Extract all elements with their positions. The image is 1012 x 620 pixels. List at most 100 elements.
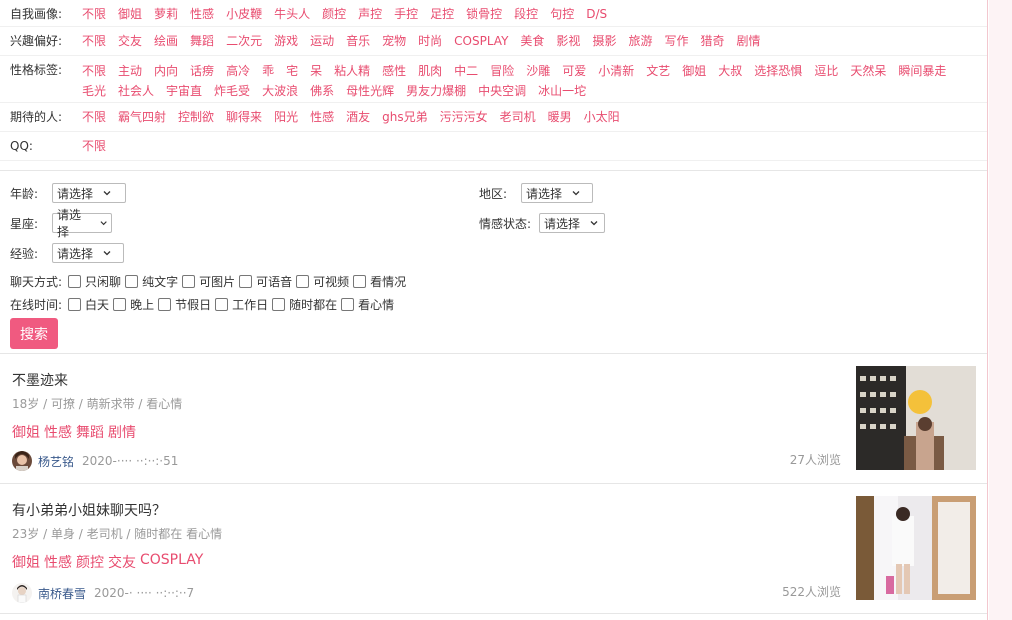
- post-item[interactable]: 不墨迹来 18岁 / 可撩 / 萌新求带 / 看心情 御姐 性感 舞蹈 剧情 杨艺铭 …: [0, 354, 987, 484]
- checkbox[interactable]: [182, 275, 196, 288]
- search-button[interactable]: 搜索: [10, 318, 58, 349]
- filter-tag-link[interactable]: 瞬间暴走: [898, 62, 946, 82]
- filter-tag-link[interactable]: 颜控: [322, 0, 346, 28]
- checkbox[interactable]: [296, 275, 310, 288]
- checkbox-label[interactable]: 工作日: [232, 296, 268, 313]
- checkbox-label[interactable]: 看心情: [358, 296, 394, 313]
- filter-tag-link[interactable]: 宇宙直: [166, 82, 202, 102]
- checkbox[interactable]: [272, 298, 286, 311]
- filter-tag-link[interactable]: D/S: [586, 0, 607, 28]
- filter-tag-link[interactable]: COSPLAY: [454, 27, 508, 55]
- filter-tag-link[interactable]: 时尚: [418, 27, 442, 55]
- author-name[interactable]: 南桥春雪: [38, 585, 86, 602]
- filter-tag-link[interactable]: 社会人: [118, 82, 154, 102]
- filter-tag-link[interactable]: 声控: [358, 0, 382, 28]
- filter-tag-link[interactable]: 小太阳: [584, 103, 620, 131]
- checkbox-label[interactable]: 可图片: [199, 273, 235, 290]
- filter-tag-link[interactable]: 不限: [82, 62, 106, 82]
- filter-tag-link[interactable]: 猎奇: [700, 27, 724, 55]
- age-select[interactable]: 请选择: [52, 183, 127, 203]
- checkbox-label[interactable]: 晚上: [130, 296, 154, 313]
- filter-tag-link[interactable]: 锁骨控: [466, 0, 502, 28]
- checkbox-label[interactable]: 可语音: [256, 273, 292, 290]
- post-tag[interactable]: 御姐: [12, 552, 40, 572]
- experience-select[interactable]: 请选择: [52, 243, 125, 263]
- checkbox-label[interactable]: 纯文字: [142, 273, 178, 290]
- filter-tag-link[interactable]: 呆: [310, 62, 322, 82]
- filter-tag-link[interactable]: 不限: [82, 132, 106, 160]
- post-tag[interactable]: 剧情: [108, 422, 136, 442]
- post-tag[interactable]: 颜控: [76, 552, 104, 572]
- checkbox-label[interactable]: 白天: [85, 296, 109, 313]
- scrollbar-track[interactable]: [989, 0, 1012, 620]
- checkbox[interactable]: [68, 275, 82, 288]
- filter-tag-link[interactable]: 御姐: [682, 62, 706, 82]
- checkbox[interactable]: [68, 298, 82, 311]
- filter-tag-link[interactable]: 乖: [262, 62, 274, 82]
- filter-tag-link[interactable]: 污污污女: [440, 103, 488, 131]
- filter-tag-link[interactable]: 交友: [118, 27, 142, 55]
- filter-tag-link[interactable]: 写作: [664, 27, 688, 55]
- filter-tag-link[interactable]: 粘人精: [334, 62, 370, 82]
- filter-tag-link[interactable]: 性感: [190, 0, 214, 28]
- post-tag[interactable]: 舞蹈: [76, 422, 104, 442]
- filter-tag-link[interactable]: 段控: [514, 0, 538, 28]
- filter-tag-link[interactable]: 霸气四射: [118, 103, 166, 131]
- author-name[interactable]: 杨艺铭: [38, 453, 74, 470]
- filter-tag-link[interactable]: 二次元: [226, 27, 262, 55]
- filter-tag-link[interactable]: 毛光: [82, 82, 106, 102]
- checkbox[interactable]: [113, 298, 127, 311]
- filter-tag-link[interactable]: 内向: [154, 62, 178, 82]
- post-tag[interactable]: 性感: [44, 422, 72, 442]
- checkbox[interactable]: [158, 298, 172, 311]
- filter-tag-link[interactable]: 音乐: [346, 27, 370, 55]
- filter-tag-link[interactable]: 阳光: [274, 103, 298, 131]
- checkbox[interactable]: [125, 275, 139, 288]
- checkbox-label[interactable]: 只闲聊: [85, 273, 121, 290]
- filter-tag-link[interactable]: 控制欲: [178, 103, 214, 131]
- post-tag[interactable]: COSPLAY: [140, 552, 203, 572]
- filter-tag-link[interactable]: 肌肉: [418, 62, 442, 82]
- filter-tag-link[interactable]: 大叔: [718, 62, 742, 82]
- filter-tag-link[interactable]: 性感: [310, 103, 334, 131]
- filter-tag-link[interactable]: 选择恐惧: [754, 62, 802, 82]
- filter-tag-link[interactable]: 小清新: [598, 62, 634, 82]
- checkbox-label[interactable]: 节假日: [175, 296, 211, 313]
- filter-tag-link[interactable]: 男友力爆棚: [406, 82, 466, 102]
- filter-tag-link[interactable]: 舞蹈: [190, 27, 214, 55]
- filter-tag-link[interactable]: 宠物: [382, 27, 406, 55]
- filter-tag-link[interactable]: 不限: [82, 0, 106, 28]
- filter-tag-link[interactable]: 影视: [556, 27, 580, 55]
- filter-tag-link[interactable]: 可爱: [562, 62, 586, 82]
- filter-tag-link[interactable]: 不限: [82, 27, 106, 55]
- filter-tag-link[interactable]: 美食: [520, 27, 544, 55]
- filter-tag-link[interactable]: 绘画: [154, 27, 178, 55]
- checkbox-label[interactable]: 看情况: [370, 273, 406, 290]
- filter-tag-link[interactable]: ghs兄弟: [382, 103, 427, 131]
- post-thumbnail[interactable]: [856, 496, 976, 600]
- checkbox-label[interactable]: 随时都在: [289, 296, 337, 313]
- filter-tag-link[interactable]: 旅游: [628, 27, 652, 55]
- filter-tag-link[interactable]: 萝莉: [154, 0, 178, 28]
- filter-tag-link[interactable]: 暖男: [548, 103, 572, 131]
- filter-tag-link[interactable]: 炸毛受: [214, 82, 250, 102]
- post-tag[interactable]: 御姐: [12, 422, 40, 442]
- checkbox[interactable]: [353, 275, 367, 288]
- post-title[interactable]: 不墨迹来: [12, 370, 68, 390]
- filter-tag-link[interactable]: 老司机: [500, 103, 536, 131]
- filter-tag-link[interactable]: 母性光辉: [346, 82, 394, 102]
- checkbox-label[interactable]: 可视频: [313, 273, 349, 290]
- filter-tag-link[interactable]: 摄影: [592, 27, 616, 55]
- filter-tag-link[interactable]: 话痨: [190, 62, 214, 82]
- filter-tag-link[interactable]: 游戏: [274, 27, 298, 55]
- filter-tag-link[interactable]: 剧情: [737, 27, 761, 55]
- filter-tag-link[interactable]: 酒友: [346, 103, 370, 131]
- filter-tag-link[interactable]: 御姐: [118, 0, 142, 28]
- post-tag[interactable]: 交友: [108, 552, 136, 572]
- post-item[interactable]: 有小弟弟小姐妹聊天吗？ 23岁 / 单身 / 老司机 / 随时都在 看心情 御姐…: [0, 484, 987, 614]
- filter-tag-link[interactable]: 高冷: [226, 62, 250, 82]
- filter-tag-link[interactable]: 文艺: [646, 62, 670, 82]
- filter-tag-link[interactable]: 牛头人: [274, 0, 310, 28]
- post-tag[interactable]: 性感: [44, 552, 72, 572]
- filter-tag-link[interactable]: 运动: [310, 27, 334, 55]
